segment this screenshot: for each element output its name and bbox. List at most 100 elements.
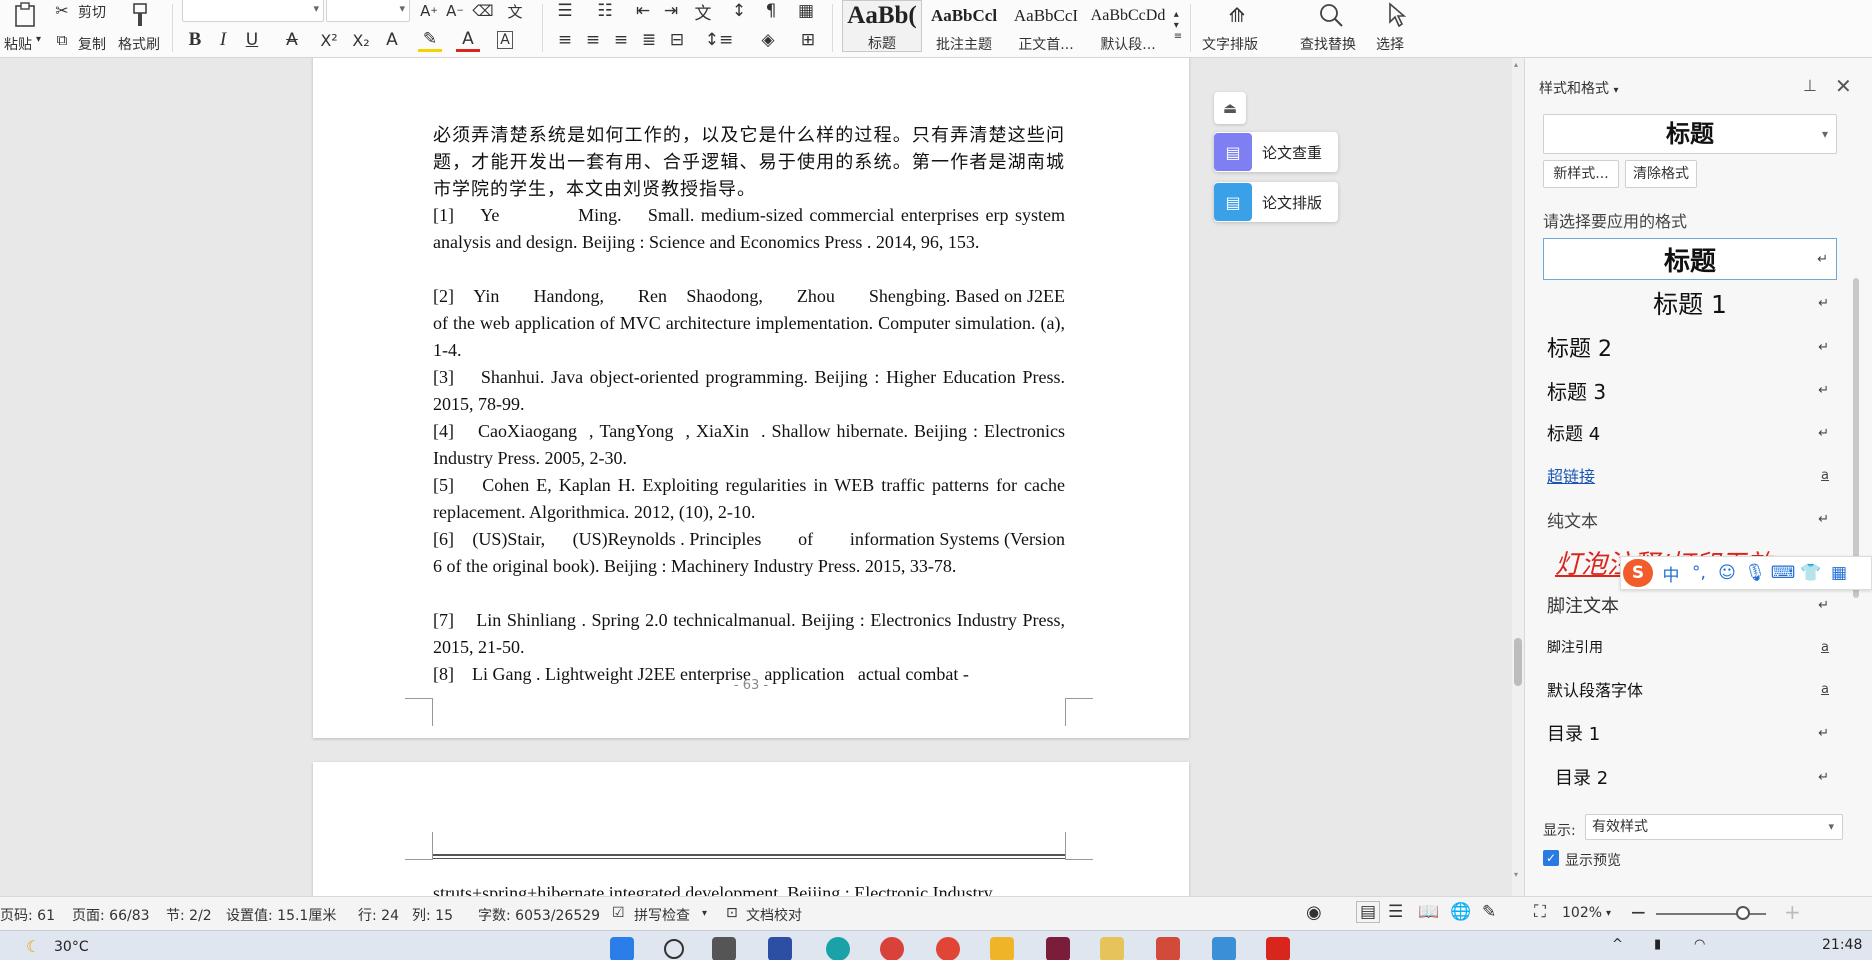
search-icon[interactable] xyxy=(1316,0,1346,30)
wifi-icon[interactable]: ◠ xyxy=(1694,937,1705,952)
doc-check-button[interactable]: 文档校对 xyxy=(746,905,802,925)
ime-punct-toggle[interactable]: °, xyxy=(1685,563,1713,583)
char-border-icon[interactable]: A xyxy=(494,28,516,52)
app-icon[interactable] xyxy=(1100,937,1124,960)
emoji-icon[interactable]: ☺ xyxy=(1713,563,1741,583)
style-item-footnote-ref[interactable]: 脚注引用 a xyxy=(1543,626,1837,668)
app-icon[interactable] xyxy=(1156,937,1180,960)
web-view-icon[interactable]: 🌐 xyxy=(1450,902,1471,922)
style-item-title[interactable]: 标题 ↵ xyxy=(1543,238,1837,280)
chrome-icon[interactable] xyxy=(880,937,904,960)
folder-icon[interactable] xyxy=(990,937,1014,960)
text-effect-icon[interactable]: A xyxy=(380,28,404,52)
outline-view-icon[interactable]: ☰ xyxy=(1388,902,1403,922)
show-preview-checkbox[interactable]: ✓ xyxy=(1543,850,1559,866)
scroll-down-arrow[interactable]: ▾ xyxy=(1514,870,1518,879)
reference-item-2[interactable]: [2] Yin Handong, Ren Shaodong, Zhou Shen… xyxy=(433,283,1065,364)
cursor-icon[interactable] xyxy=(1384,0,1410,30)
highlight-icon[interactable]: ✎ xyxy=(418,28,442,52)
shrink-font-icon[interactable]: A − xyxy=(444,0,466,22)
write-view-icon[interactable]: ✎ xyxy=(1482,902,1496,922)
document-scrollbar[interactable]: ▴ ▾ xyxy=(1512,58,1524,896)
style-item-plain-text[interactable]: 纯文本 ↵ xyxy=(1543,498,1837,540)
numbered-list-icon[interactable]: ☷ xyxy=(592,0,618,22)
select-button[interactable]: 选择 xyxy=(1376,34,1404,54)
body-paragraph[interactable]: 必须弄清楚系统是如何工作的，以及它是什么样的过程。只有弄清楚这些问题，才能开发出… xyxy=(433,122,1065,203)
reference-item-4[interactable]: [4] CaoXiaogang , TangYong , XiaXin . Sh… xyxy=(433,418,1065,472)
subscript-icon[interactable]: X₂ xyxy=(348,28,374,52)
app-icon[interactable] xyxy=(1046,937,1070,960)
chrome-icon[interactable] xyxy=(936,937,960,960)
align-center-icon[interactable]: ≡ xyxy=(582,28,604,52)
grow-font-icon[interactable]: A + xyxy=(418,0,440,22)
align-right-icon[interactable]: ≡ xyxy=(610,28,632,52)
start-icon[interactable] xyxy=(610,937,634,960)
phonetic-icon[interactable]: 文 xyxy=(500,0,530,22)
scrollbar-thumb[interactable] xyxy=(1514,638,1522,686)
decrease-indent-icon[interactable]: ⇤ xyxy=(632,0,654,22)
underline-icon[interactable]: U xyxy=(240,28,264,52)
panel-title[interactable]: 样式和格式 ▾ xyxy=(1539,78,1618,98)
clear-format-button[interactable]: 清除格式 xyxy=(1625,160,1697,188)
reference-item-1[interactable]: [1] Ye Ming. Small. medium-sized commerc… xyxy=(433,202,1065,283)
find-replace-button[interactable]: 查找替换 xyxy=(1300,34,1356,54)
style-gallery-scroll[interactable]: ▴ ▾ ≡ xyxy=(1170,0,1186,50)
zoom-slider-knob[interactable] xyxy=(1736,906,1750,920)
scrollbar-thumb[interactable] xyxy=(1853,278,1859,598)
scroll-up-arrow[interactable]: ▴ xyxy=(1514,60,1518,69)
page-view-icon[interactable]: ▤ xyxy=(1356,901,1381,923)
toolbox-icon[interactable]: ▦ xyxy=(1825,563,1853,583)
style-tile-body-first[interactable]: AaBbCcI 正文首... xyxy=(1006,0,1086,53)
spell-check-icon[interactable]: ☑ xyxy=(612,905,625,921)
weather-icon[interactable]: ☾ xyxy=(26,937,40,956)
tray-expand-icon[interactable]: ^ xyxy=(1612,937,1623,952)
zoom-in-icon[interactable]: + xyxy=(1784,900,1801,924)
status-section[interactable]: 节: 2/2 xyxy=(166,905,212,925)
document-page[interactable]: struts+spring+hibernate integrated devel… xyxy=(313,762,1189,896)
style-item-footnote-text[interactable]: 脚注文本 ↵ xyxy=(1543,584,1837,626)
style-item-heading-2[interactable]: 标题 2 ↵ xyxy=(1543,326,1837,368)
app-icon[interactable] xyxy=(768,937,792,960)
italic-icon[interactable]: I xyxy=(212,28,234,52)
tray-icon[interactable]: ▮ xyxy=(1654,937,1661,952)
close-icon[interactable]: ✕ xyxy=(1835,74,1852,98)
cut-button[interactable]: 剪切 xyxy=(78,2,106,22)
doc-check-icon[interactable]: ⊡ xyxy=(726,905,738,921)
status-page[interactable]: 页面: 66/83 xyxy=(72,905,150,925)
paste-icon[interactable] xyxy=(10,0,40,30)
paper-layout-button[interactable]: ▤ 论文排版 xyxy=(1214,182,1338,222)
style-tile-default-para[interactable]: AaBbCcDd 默认段... xyxy=(1088,0,1168,53)
shading-icon[interactable]: ◈ xyxy=(754,28,782,52)
paste-dropdown-icon[interactable]: ▾ xyxy=(36,34,41,45)
style-item-heading-1[interactable]: 标题 1 ↵ xyxy=(1543,282,1837,324)
ime-toolbar[interactable]: S 中 °, ☺ 🎙 ⌨ 👕 ▦ xyxy=(1620,556,1872,590)
format-painter-button[interactable]: 格式刷 xyxy=(118,34,160,54)
font-name-dropdown[interactable] xyxy=(182,0,324,22)
clock-time[interactable]: 21:48 xyxy=(1822,937,1862,953)
format-painter-icon[interactable] xyxy=(126,0,154,30)
reference-item-3[interactable]: [3] Shanhui. Java object-oriented progra… xyxy=(433,364,1065,418)
chinese-layout-icon[interactable]: 文 xyxy=(690,0,716,24)
increase-indent-icon[interactable]: ⇥ xyxy=(660,0,682,22)
app-icon[interactable] xyxy=(1212,937,1236,960)
keyboard-icon[interactable]: ⌨ xyxy=(1769,563,1797,583)
continued-reference[interactable]: struts+spring+hibernate integrated devel… xyxy=(433,880,1065,896)
strikethrough-icon[interactable]: A xyxy=(280,28,304,52)
eye-protection-icon[interactable]: ◉ xyxy=(1306,902,1322,923)
edge-icon[interactable] xyxy=(826,937,850,960)
style-item-toc-1[interactable]: 目录 1 ↵ xyxy=(1543,712,1837,754)
new-style-button[interactable]: 新样式... xyxy=(1543,160,1619,188)
paste-button[interactable]: 粘贴 xyxy=(4,34,32,54)
superscript-icon[interactable]: X² xyxy=(316,28,342,52)
bullet-list-icon[interactable]: ☰ xyxy=(552,0,578,22)
style-tile-title[interactable]: AaBb( 标题 xyxy=(842,0,922,52)
show-filter-dropdown[interactable]: 有效样式 xyxy=(1585,814,1843,840)
style-item-heading-3[interactable]: 标题 3 ↵ xyxy=(1543,369,1837,411)
document-area[interactable]: 必须弄清楚系统是如何工作的，以及它是什么样的过程。只有弄清楚这些问题，才能开发出… xyxy=(0,58,1512,896)
zoom-out-icon[interactable]: − xyxy=(1630,900,1647,924)
bold-icon[interactable]: B xyxy=(184,28,206,52)
reference-item-5[interactable]: [5] Cohen E, Kaplan H. Exploiting regula… xyxy=(433,472,1065,526)
style-item-hyperlink[interactable]: 超链接 a xyxy=(1543,454,1837,496)
paper-check-button[interactable]: ▤ 论文查重 xyxy=(1214,132,1338,172)
current-style-dropdown[interactable]: 标题 xyxy=(1543,114,1837,154)
